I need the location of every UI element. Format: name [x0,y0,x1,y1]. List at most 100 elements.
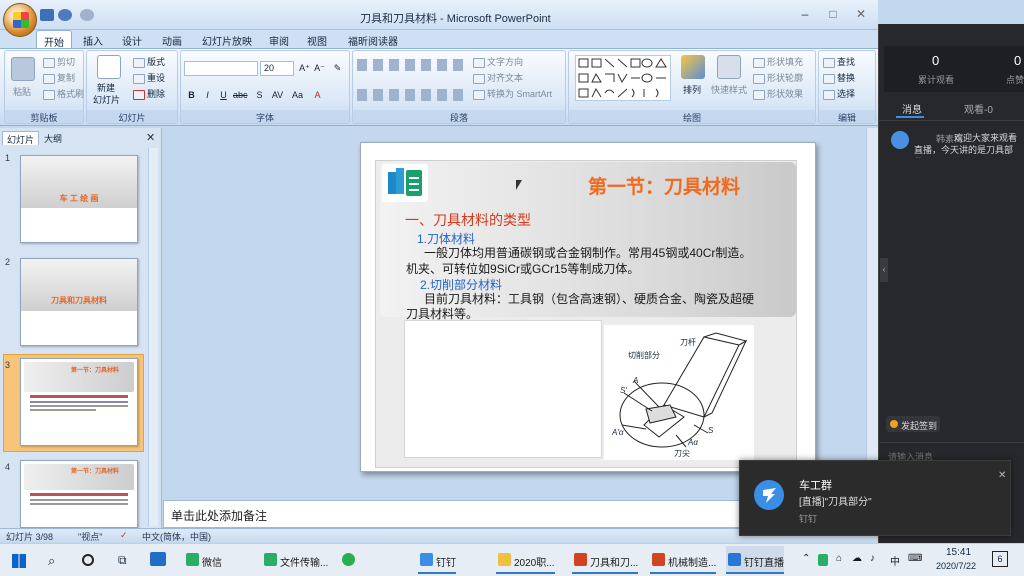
shapes-gallery[interactable] [575,55,671,101]
tray-time[interactable]: 15:41 [946,547,971,558]
taskbar-powerpoint-1[interactable]: 刀具和刀... [572,546,639,574]
notification-center-icon[interactable]: 6 [992,551,1008,567]
tab-watching[interactable]: 观看-0 [964,101,993,116]
copy-button[interactable]: 复制 [43,71,75,84]
close-pane-icon[interactable]: ✕ [146,131,155,144]
group-font: 20 A⁺ A⁻ ✎ B I U abc S AV Aa A 字体 [180,50,350,124]
new-slide-icon[interactable] [97,55,121,79]
notes-placeholder[interactable]: 单击此处添加备注 [171,507,267,524]
smartart-button[interactable]: 转换为 SmartArt [473,87,552,100]
tray-app-icon[interactable] [818,554,828,566]
find-button[interactable]: 查找 [823,55,855,68]
taskbar-powerpoint-2[interactable]: 机械制造... [650,546,717,574]
tab-foxit[interactable]: 福昕阅读器 [344,30,402,48]
new-slide-label: 幻灯片 [93,95,121,105]
taskbar-dingtalk-live[interactable]: 钉钉直播 [726,546,784,574]
search-icon[interactable]: ⌕ [48,553,55,569]
bold-icon[interactable]: B [185,89,198,101]
slide-subheading-2[interactable]: 2.切削部分材料 [420,276,502,293]
grow-font-icon[interactable]: A⁺ [298,62,311,74]
likes-count: 0 [1014,53,1022,68]
tab-view[interactable]: 视图 [302,30,332,48]
strikethrough-icon[interactable]: abc [233,89,248,101]
clear-format-icon[interactable]: ✎ [331,62,344,74]
tray-network-icon[interactable]: ⌂ [836,553,842,564]
tab-messages[interactable]: 消息 [902,101,922,116]
paste-button[interactable]: 粘贴 [13,85,31,98]
spellcheck-icon[interactable]: ✓ [120,530,128,541]
list-buttons[interactable] [357,59,467,71]
case-icon[interactable]: Aa [291,89,304,101]
tray-keyboard-icon[interactable]: ⌨ [908,553,922,564]
paste-icon[interactable] [11,57,35,81]
slide-section-heading[interactable]: 一、刀具材料的类型 [405,210,531,230]
delete-slide-button[interactable]: 删除 [133,87,165,100]
shape-fill-button[interactable]: 形状填充 [753,55,803,68]
underline-icon[interactable]: U [217,89,230,101]
text-direction-button[interactable]: 文字方向 [473,55,523,68]
office-button[interactable] [3,3,37,37]
shape-outline-button[interactable]: 形状轮廓 [753,71,803,84]
cortana-icon[interactable] [82,554,94,566]
tray-date[interactable]: 2020/7/22 [936,561,976,571]
select-button[interactable]: 选择 [823,87,855,100]
undo-icon[interactable] [58,9,72,21]
taskbar-dingtalk[interactable]: 钉钉 [418,546,456,574]
taskbar-file-transfer[interactable]: 文件传输... [262,546,328,574]
slide-title[interactable]: 第一节：刀具材料 [588,172,740,199]
tab-review[interactable]: 审阅 [264,30,294,48]
replace-button[interactable]: 替换 [823,71,855,84]
font-color-icon[interactable]: A [311,89,324,101]
tab-animation[interactable]: 动画 [156,30,188,48]
windows-start-icon[interactable] [12,554,26,568]
replace-icon [823,73,835,84]
editor-scrollbar[interactable] [866,128,878,498]
format-painter-button[interactable]: 格式刷 [43,87,84,100]
align-text-button[interactable]: 对齐文本 [473,71,523,84]
slide-paragraph-1a[interactable]: 一般刀体均用普通碳钢或合金钢制作。常用45钢或40Cr制造。 [424,246,751,261]
minimize-icon[interactable]: – [792,7,818,23]
tab-outline-pane[interactable]: 大纲 [40,131,66,145]
taskbar-360-icon[interactable] [340,546,360,574]
align-buttons[interactable] [357,89,467,101]
collapse-panel-icon[interactable]: ‹ [880,258,888,282]
spacing-icon[interactable]: AV [271,89,284,101]
tab-design[interactable]: 设计 [116,30,148,48]
reset-button[interactable]: 重设 [133,71,165,84]
tab-insert[interactable]: 插入 [78,30,108,48]
font-family-select[interactable] [184,61,258,76]
tray-expand-icon[interactable]: ⌃ [802,553,810,564]
save-icon[interactable] [40,9,54,21]
slide-subheading-1[interactable]: 1.刀体材料 [417,230,475,247]
store-icon[interactable] [150,552,166,566]
tray-cloud-icon[interactable]: ☁ [852,553,862,564]
taskbar-folder[interactable]: 2020职... [496,546,555,574]
close-icon[interactable]: ✕ [848,7,874,23]
shape-effects-button[interactable]: 形状效果 [753,87,803,100]
toast-close-icon[interactable]: ✕ [998,470,1006,481]
quick-styles-button[interactable]: 快速样式 [711,83,747,96]
arrange-icon[interactable] [681,55,705,79]
logo-icon [388,168,422,196]
tray-volume-icon[interactable]: ♪ [870,553,875,564]
font-size-select[interactable]: 20 [260,61,294,76]
tab-slideshow[interactable]: 幻灯片放映 [198,30,256,48]
layout-button[interactable]: 版式 [133,55,165,68]
taskbar-wechat[interactable]: 微信 [184,546,222,574]
slide-paragraph-1b[interactable]: 机夹、可转位如9SiCr或GCr15等制成刀体。 [406,262,639,277]
group-clipboard: 粘贴 剪切 复制 格式刷 剪贴板 [4,50,84,124]
maximize-icon[interactable]: □ [820,7,846,23]
quick-styles-icon[interactable] [717,55,741,79]
tab-slides-pane[interactable]: 幻灯片 [2,131,40,145]
slide-paragraph-2a[interactable]: 目前刀具材料：工具钢（包含高速钢）、硬质合金、陶瓷及超硬 [424,292,754,307]
pane-scrollbar[interactable] [148,148,158,526]
shrink-font-icon[interactable]: A⁻ [313,62,326,74]
cut-button[interactable]: 剪切 [43,55,75,68]
shadow-icon[interactable]: S [253,89,266,101]
arrange-button[interactable]: 排列 [683,83,701,96]
task-view-icon[interactable]: ⧉ [118,553,127,568]
tray-ime[interactable]: 中 [890,553,900,568]
italic-icon[interactable]: I [201,89,214,101]
redo-icon[interactable] [80,9,94,21]
tab-home[interactable]: 开始 [36,30,72,49]
